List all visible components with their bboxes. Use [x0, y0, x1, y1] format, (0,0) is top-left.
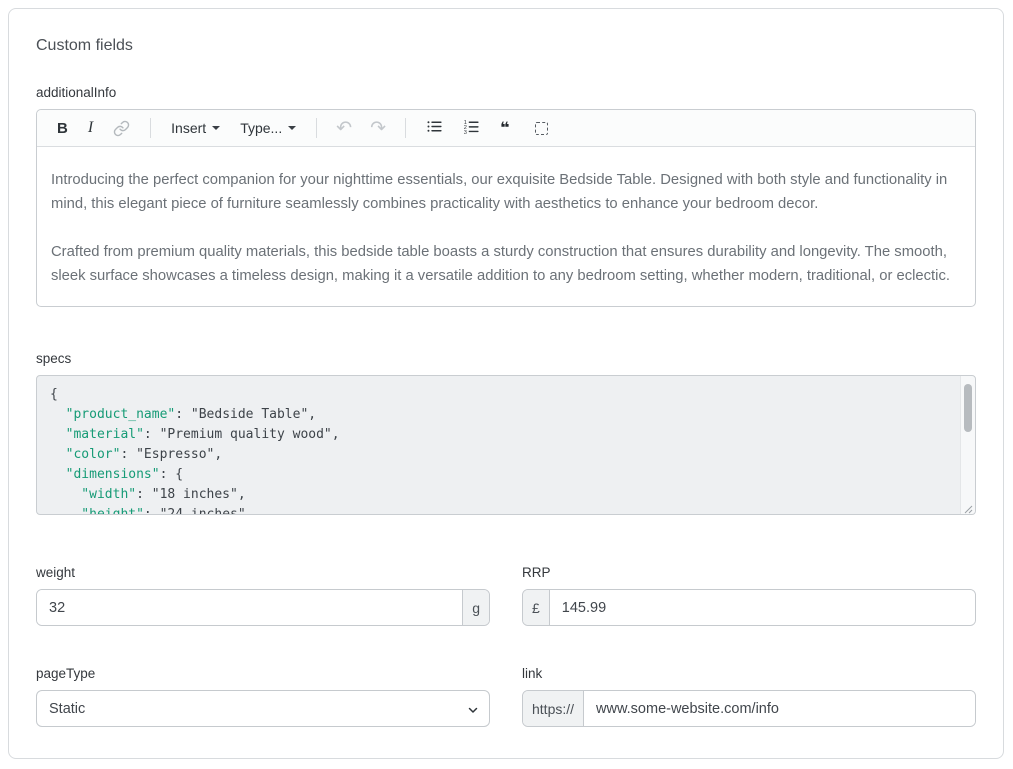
- bold-button[interactable]: B: [49, 118, 76, 139]
- editor-toolbar: B I Insert Type...: [37, 110, 975, 147]
- svg-text:3: 3: [464, 130, 467, 135]
- weight-input[interactable]: [37, 590, 462, 625]
- bullet-list-icon: [426, 118, 443, 138]
- bullet-list-button[interactable]: [418, 115, 451, 141]
- chevron-down-icon: [212, 126, 220, 130]
- link-icon: [113, 120, 130, 137]
- rrp-input-group: £: [522, 589, 976, 626]
- additional-info-group: additionalInfo B I Insert: [36, 85, 976, 307]
- type-menu-button[interactable]: Type...: [232, 118, 304, 138]
- code-line: "height": "24 inches",: [50, 505, 947, 515]
- page-type-group: pageType Static: [36, 666, 490, 727]
- scrollbar-track[interactable]: [960, 376, 975, 514]
- redo-button[interactable]: ↷: [363, 119, 393, 138]
- scrollbar-thumb[interactable]: [964, 384, 972, 432]
- code-line: "width": "18 inches",: [50, 485, 947, 505]
- fields-row-1: weight g RRP £: [36, 565, 976, 626]
- fields-row-2: pageType Static link https://: [36, 666, 976, 727]
- weight-group: weight g: [36, 565, 490, 626]
- specs-code-editor[interactable]: { "product_name": "Bedside Table", "mate…: [36, 375, 976, 515]
- redo-icon: ↷: [370, 119, 386, 138]
- link-button[interactable]: [105, 117, 138, 140]
- weight-label: weight: [36, 565, 490, 580]
- italic-button[interactable]: I: [80, 117, 101, 139]
- rich-text-editor: B I Insert Type...: [36, 109, 976, 307]
- editor-text-area[interactable]: Introducing the perfect companion for yo…: [37, 147, 975, 306]
- rrp-group: RRP £: [522, 565, 976, 626]
- rrp-input[interactable]: [550, 590, 975, 625]
- page-type-select[interactable]: Static: [36, 690, 490, 727]
- custom-fields-card: Custom fields additionalInfo B I Inse: [8, 8, 1004, 759]
- currency-addon: £: [523, 590, 550, 625]
- protocol-addon: https://: [523, 691, 584, 726]
- dashed-square-icon: [535, 122, 548, 135]
- code-line: "product_name": "Bedside Table",: [50, 405, 947, 425]
- code-line: "dimensions": {: [50, 465, 947, 485]
- undo-icon: ↶: [336, 119, 352, 138]
- page-type-label: pageType: [36, 666, 490, 681]
- section-title: Custom fields: [36, 37, 976, 55]
- rrp-label: RRP: [522, 565, 976, 580]
- resize-handle[interactable]: [962, 501, 973, 512]
- link-group: link https://: [522, 666, 976, 727]
- toolbar-divider: [316, 118, 317, 138]
- specs-group: specs { "product_name": "Bedside Table",…: [36, 351, 976, 515]
- weight-input-group: g: [36, 589, 490, 626]
- code-line: "material": "Premium quality wood",: [50, 425, 947, 445]
- link-input-group: https://: [522, 690, 976, 727]
- toolbar-divider: [405, 118, 406, 138]
- toolbar-divider: [150, 118, 151, 138]
- type-menu-label: Type...: [240, 121, 282, 135]
- specs-label: specs: [36, 351, 976, 366]
- editor-paragraph: Introducing the perfect companion for yo…: [51, 168, 961, 216]
- undo-button[interactable]: ↶: [329, 119, 359, 138]
- ordered-list-icon: 1 2 3: [463, 118, 480, 138]
- link-label: link: [522, 666, 976, 681]
- chevron-down-icon: [288, 126, 296, 130]
- additional-info-label: additionalInfo: [36, 85, 976, 100]
- editor-paragraph: Crafted from premium quality materials, …: [51, 240, 961, 288]
- insert-menu-label: Insert: [171, 121, 206, 135]
- insert-menu-button[interactable]: Insert: [163, 118, 228, 138]
- link-input[interactable]: [584, 691, 975, 726]
- code-line: "color": "Espresso",: [50, 445, 947, 465]
- code-line: {: [50, 385, 947, 405]
- blockquote-icon: ❝: [500, 120, 509, 136]
- blockquote-button[interactable]: ❝: [492, 117, 517, 139]
- weight-unit-addon: g: [462, 590, 489, 625]
- embed-block-button[interactable]: [527, 119, 556, 138]
- ordered-list-button[interactable]: 1 2 3: [455, 115, 488, 141]
